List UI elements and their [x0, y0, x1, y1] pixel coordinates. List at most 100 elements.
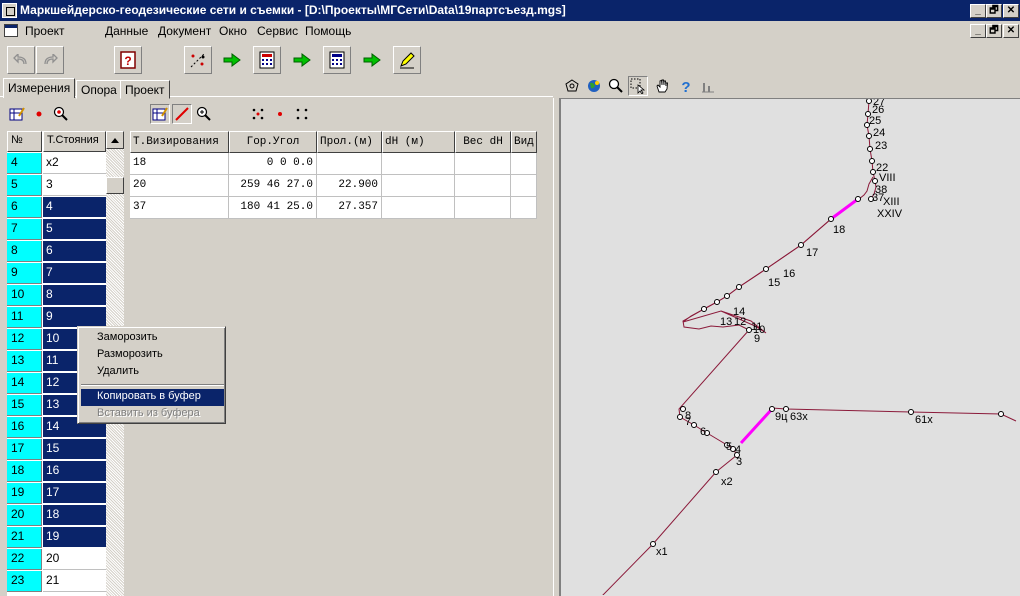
table-cell[interactable] — [382, 153, 455, 175]
survey-point[interactable] — [855, 196, 861, 202]
list-item[interactable]: 20 18 — [7, 505, 106, 527]
survey-point[interactable] — [714, 299, 720, 305]
table-cell[interactable]: 0 0 0.0 — [229, 153, 317, 175]
row-number[interactable]: 9 — [7, 263, 42, 284]
tab-measurements[interactable]: Измерения — [3, 78, 76, 98]
survey-point[interactable] — [866, 99, 872, 104]
table-cell[interactable] — [317, 153, 382, 175]
map-canvas[interactable]: 27 26 25 24 23 22 VIII 38 37 XIII XXIV 18 17 16 15 14 13… — [560, 98, 1020, 596]
col-number-header[interactable]: № — [7, 131, 42, 152]
survey-point[interactable] — [870, 169, 876, 175]
list-item[interactable]: 64 — [7, 197, 106, 219]
survey-point[interactable] — [908, 409, 914, 415]
survey-point[interactable] — [798, 242, 804, 248]
map-pan-button[interactable] — [652, 76, 672, 96]
menu-help[interactable]: Помощь — [305, 24, 351, 38]
scroll-thumb[interactable] — [106, 177, 124, 194]
station-cell[interactable]: 5 — [43, 219, 106, 240]
row-number[interactable]: 17 — [7, 439, 42, 460]
close-button[interactable]: ✕ — [1003, 4, 1019, 18]
table-cell[interactable] — [455, 175, 511, 197]
table-cell[interactable] — [511, 175, 537, 197]
zoom-point-button[interactable] — [51, 104, 71, 124]
row-number[interactable]: 11 — [7, 307, 42, 328]
edit-pencil-button[interactable] — [393, 46, 421, 74]
station-cell[interactable]: 8 — [43, 285, 106, 306]
table-cell[interactable] — [455, 153, 511, 175]
doc-minimize-button[interactable]: _ — [970, 24, 986, 38]
network-tool-button[interactable] — [184, 46, 212, 74]
survey-point[interactable] — [701, 306, 707, 312]
scroll-up-button[interactable] — [106, 131, 124, 149]
document-icon[interactable] — [4, 24, 18, 37]
station-cell[interactable]: 20 — [43, 549, 106, 570]
station-cell[interactable]: 16 — [43, 461, 106, 482]
menu-delete[interactable]: Удалить — [81, 364, 224, 381]
list-item[interactable]: 86 — [7, 241, 106, 263]
col-type-header[interactable]: Вид — [511, 131, 537, 153]
survey-point[interactable] — [724, 293, 730, 299]
station-cell[interactable]: 15 — [43, 439, 106, 460]
row-number[interactable]: 10 — [7, 285, 42, 306]
doc-restore-button[interactable]: 🗗 — [986, 24, 1002, 38]
edit-table-button[interactable] — [7, 104, 27, 124]
row-number[interactable]: 23 — [7, 571, 42, 592]
grid-points-button[interactable] — [292, 104, 312, 124]
table-cell[interactable] — [382, 175, 455, 197]
col-angle-header[interactable]: Гор.Угол — [229, 131, 317, 153]
table-cell[interactable] — [511, 153, 537, 175]
menu-unfreeze[interactable]: Разморозить — [81, 347, 224, 364]
station-cell[interactable]: 17 — [43, 483, 106, 504]
station-cell[interactable]: 9 — [43, 307, 106, 328]
col-station-header[interactable]: Т.Стояния — [43, 131, 106, 152]
minimize-button[interactable]: _ — [970, 4, 986, 18]
survey-point[interactable] — [866, 133, 872, 139]
row-number[interactable]: 4 — [7, 153, 42, 174]
survey-point[interactable] — [828, 216, 834, 222]
tab-support[interactable]: Опора — [76, 80, 122, 99]
row-number[interactable]: 20 — [7, 505, 42, 526]
col-length-header[interactable]: Прол.(м) — [317, 131, 382, 153]
list-item[interactable]: 18 16 — [7, 461, 106, 483]
survey-point[interactable] — [691, 422, 697, 428]
table-cell[interactable]: 20 — [130, 175, 229, 197]
menu-project[interactable]: Проект — [25, 24, 65, 38]
station-cell[interactable]: 19 — [43, 527, 106, 548]
doc-close-button[interactable]: ✕ — [1003, 24, 1019, 38]
menu-document[interactable]: Документ — [158, 24, 211, 38]
table-cell[interactable]: 180 41 25.0 — [229, 197, 317, 219]
edit-table-button-2[interactable] — [150, 104, 170, 124]
list-item[interactable]: 21 19 — [7, 527, 106, 549]
table-cell[interactable]: 259 46 27.0 — [229, 175, 317, 197]
survey-point[interactable] — [867, 146, 873, 152]
row-number[interactable]: 21 — [7, 527, 42, 548]
row-number[interactable]: 13 — [7, 351, 42, 372]
map-zoom-button[interactable] — [606, 76, 626, 96]
station-cell[interactable]: 3 — [43, 175, 106, 196]
list-item[interactable]: 19 17 — [7, 483, 106, 505]
map-tool-globe[interactable] — [584, 76, 604, 96]
row-number[interactable]: 5 — [7, 175, 42, 196]
row-number[interactable]: 6 — [7, 197, 42, 218]
survey-point[interactable] — [713, 469, 719, 475]
menu-freeze[interactable]: Заморозить — [81, 330, 224, 347]
table-cell[interactable] — [382, 197, 455, 219]
survey-point[interactable] — [650, 541, 656, 547]
list-item[interactable]: 10 8 — [7, 285, 106, 307]
points-tool-button[interactable] — [248, 104, 268, 124]
list-item[interactable]: 22 20 — [7, 549, 106, 571]
panel-splitter[interactable] — [553, 98, 560, 596]
row-number[interactable]: 16 — [7, 417, 42, 438]
station-cell[interactable]: x2 — [43, 153, 106, 174]
table-cell[interactable]: 37 — [130, 197, 229, 219]
row-number[interactable]: 7 — [7, 219, 42, 240]
list-item[interactable]: 17 15 — [7, 439, 106, 461]
list-item[interactable]: 4 x2 — [7, 153, 106, 175]
calc-button-1[interactable] — [253, 46, 281, 74]
zoom-in-button[interactable] — [194, 104, 214, 124]
table-cell[interactable] — [511, 197, 537, 219]
map-tool-1[interactable] — [562, 76, 582, 96]
map-chart-button[interactable] — [698, 76, 718, 96]
menu-copy-to-buffer[interactable]: Копировать в буфер — [81, 389, 224, 406]
line-tool-button[interactable] — [172, 104, 192, 124]
